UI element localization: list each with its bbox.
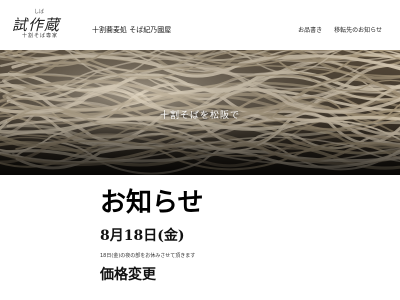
- page: しば 試作蔵 十割そば専家 十割蕎麦処 そば紀乃國屋 お品書き 移転先のお知らせ: [0, 0, 400, 300]
- nav-item-menu[interactable]: お品書き: [298, 25, 322, 34]
- notice-body: 18日(金)の夜の部をお休みさせて頂きます: [100, 253, 196, 259]
- site-header: しば 試作蔵 十割そば専家 十割蕎麦処 そば紀乃國屋 お品書き 移転先のお知らせ: [0, 0, 400, 50]
- notice-date: 8月18日(金): [100, 228, 185, 244]
- hero-image: 十割そばを松阪で: [0, 50, 400, 175]
- main-nav: お品書き 移転先のお知らせ: [298, 25, 382, 34]
- shop-name: 十割蕎麦処 そば紀乃國屋: [92, 26, 172, 34]
- page-title: お知らせ: [100, 188, 204, 218]
- site-logo[interactable]: しば 試作蔵 十割そば専家: [12, 9, 82, 42]
- logo-subtitle: 十割そば専家: [22, 33, 59, 39]
- news-section: お知らせ 8月18日(金) 18日(金)の夜の部をお休みさせて頂きます 価格変更: [100, 176, 390, 284]
- price-change-heading: 価格変更: [100, 267, 156, 283]
- hero-caption: 十割そばを松阪で: [159, 111, 240, 121]
- nav-item-relocation[interactable]: 移転先のお知らせ: [334, 25, 382, 34]
